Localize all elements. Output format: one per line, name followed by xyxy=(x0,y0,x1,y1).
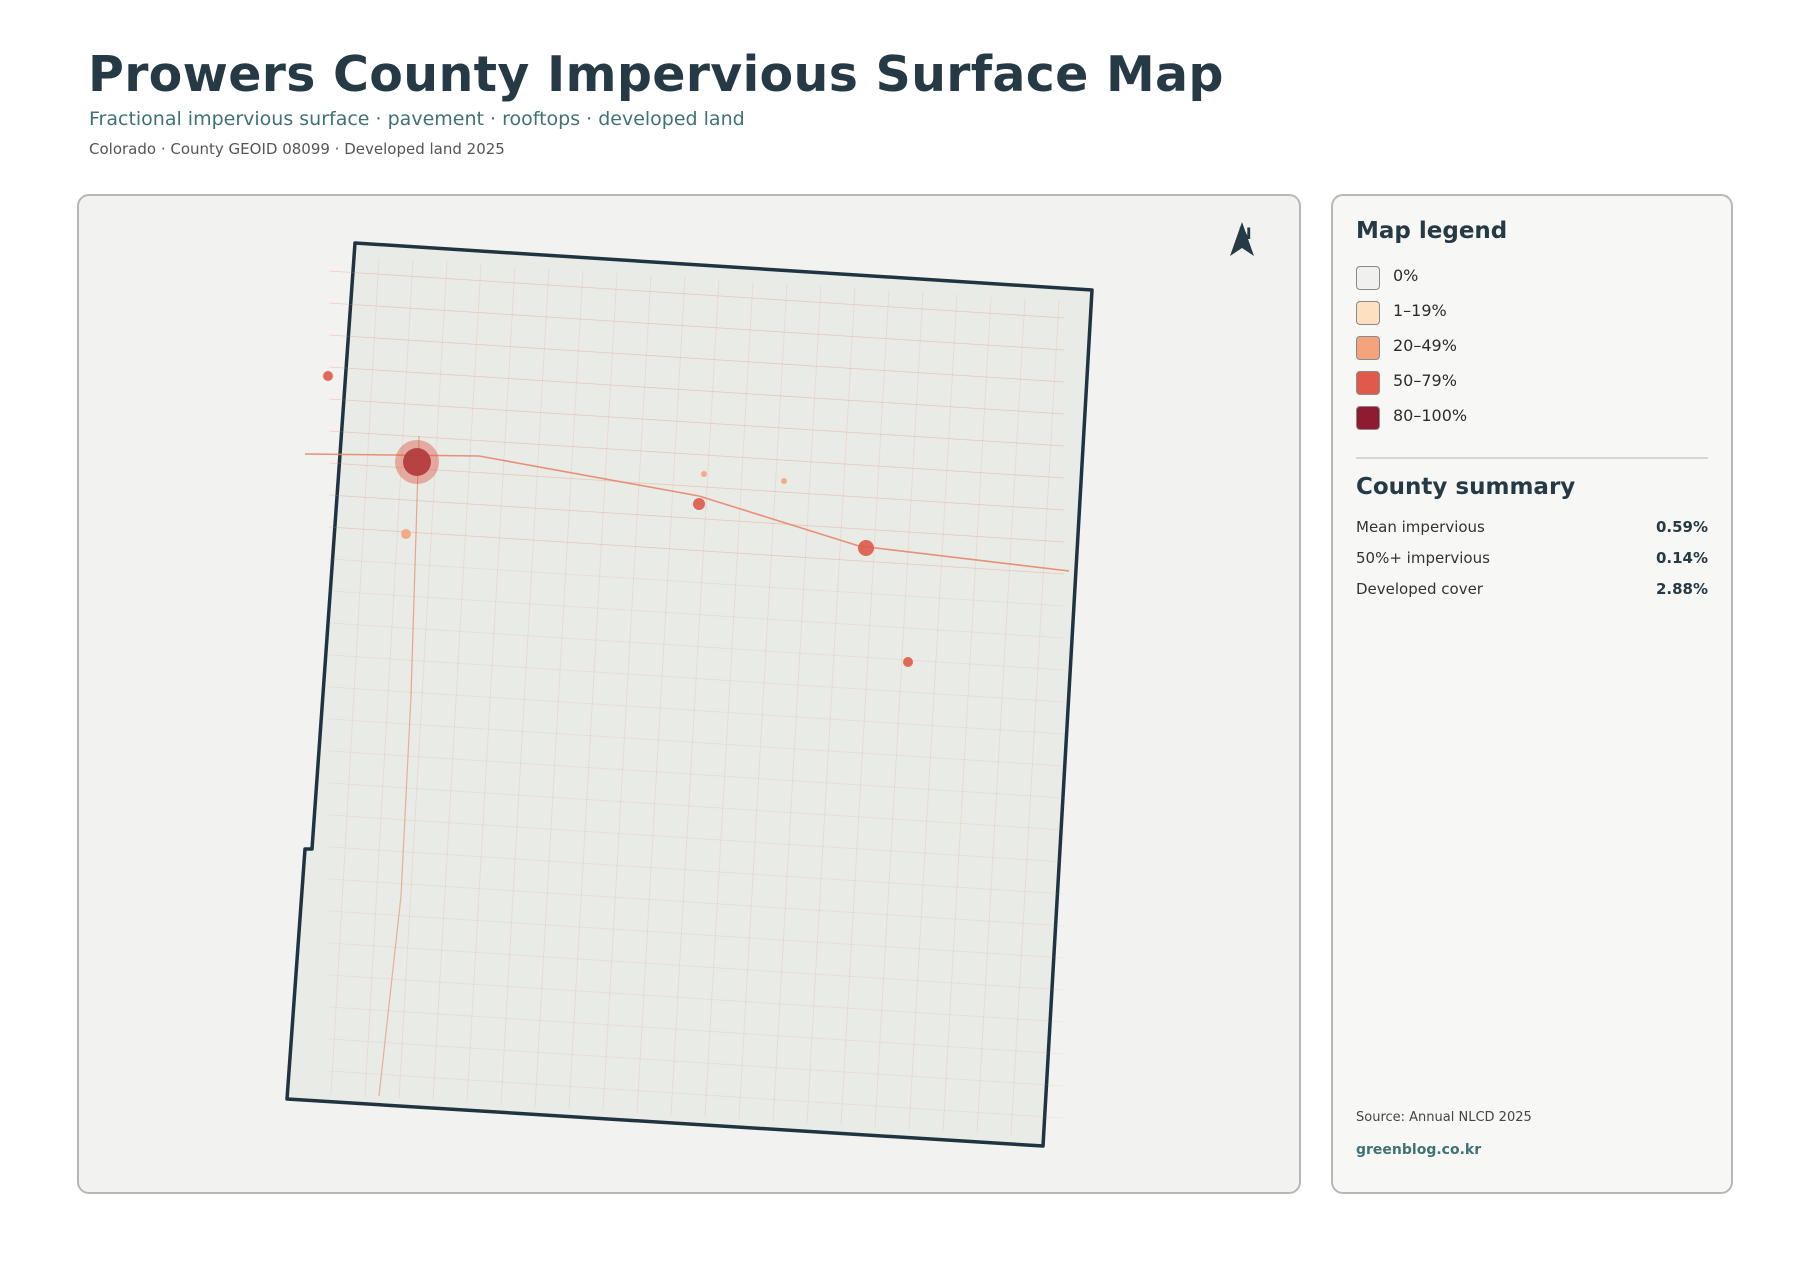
legend-divider xyxy=(1356,457,1708,459)
legend-title: Map legend xyxy=(1356,218,1508,244)
stat-row: 50%+ impervious 0.14% xyxy=(1356,549,1708,569)
town-area xyxy=(323,371,333,381)
town-area xyxy=(401,529,411,539)
legend-panel: Map legend 0% 1–19% 20–49% 50–79% 80–100… xyxy=(1331,194,1733,1194)
legend-label: 0% xyxy=(1393,266,1419,285)
legend-label: 1–19% xyxy=(1393,301,1447,320)
town-area xyxy=(858,540,874,556)
stat-row: Mean impervious 0.59% xyxy=(1356,518,1708,538)
stat-label: 50%+ impervious xyxy=(1356,549,1490,567)
county-boundary xyxy=(285,241,1094,1148)
map-panel[interactable]: N xyxy=(77,194,1301,1194)
town-area xyxy=(903,657,913,667)
stat-value: 0.14% xyxy=(1655,549,1708,567)
town-area xyxy=(395,440,439,484)
town-area xyxy=(781,478,787,484)
stat-label: Developed cover xyxy=(1356,580,1483,598)
town-area xyxy=(701,471,707,477)
legend-swatch xyxy=(1356,371,1380,395)
page-subtitle: Fractional impervious surface · pavement… xyxy=(89,108,745,130)
town-area xyxy=(693,498,705,510)
north-arrow-icon xyxy=(1230,222,1254,256)
credit-link[interactable]: greenblog.co.kr xyxy=(1356,1142,1481,1158)
stat-row: Developed cover 2.88% xyxy=(1356,580,1708,600)
legend-label: 20–49% xyxy=(1393,336,1457,355)
map-canvas[interactable] xyxy=(79,196,1301,1194)
north-arrow: N xyxy=(1229,222,1261,282)
source-note: Source: Annual NLCD 2025 xyxy=(1356,1110,1532,1125)
stat-label: Mean impervious xyxy=(1356,518,1485,536)
stat-value: 2.88% xyxy=(1655,580,1708,598)
legend-swatch xyxy=(1356,406,1380,430)
legend-swatch xyxy=(1356,266,1380,290)
legend-swatch xyxy=(1356,336,1380,360)
legend-label: 50–79% xyxy=(1393,371,1457,390)
stat-value: 0.59% xyxy=(1655,518,1708,536)
legend-label: 80–100% xyxy=(1393,406,1468,425)
page-title: Prowers County Impervious Surface Map xyxy=(88,46,1224,103)
legend-swatch xyxy=(1356,301,1380,325)
summary-title: County summary xyxy=(1356,474,1576,500)
page-meta: Colorado · County GEOID 08099 · Develope… xyxy=(89,140,505,158)
